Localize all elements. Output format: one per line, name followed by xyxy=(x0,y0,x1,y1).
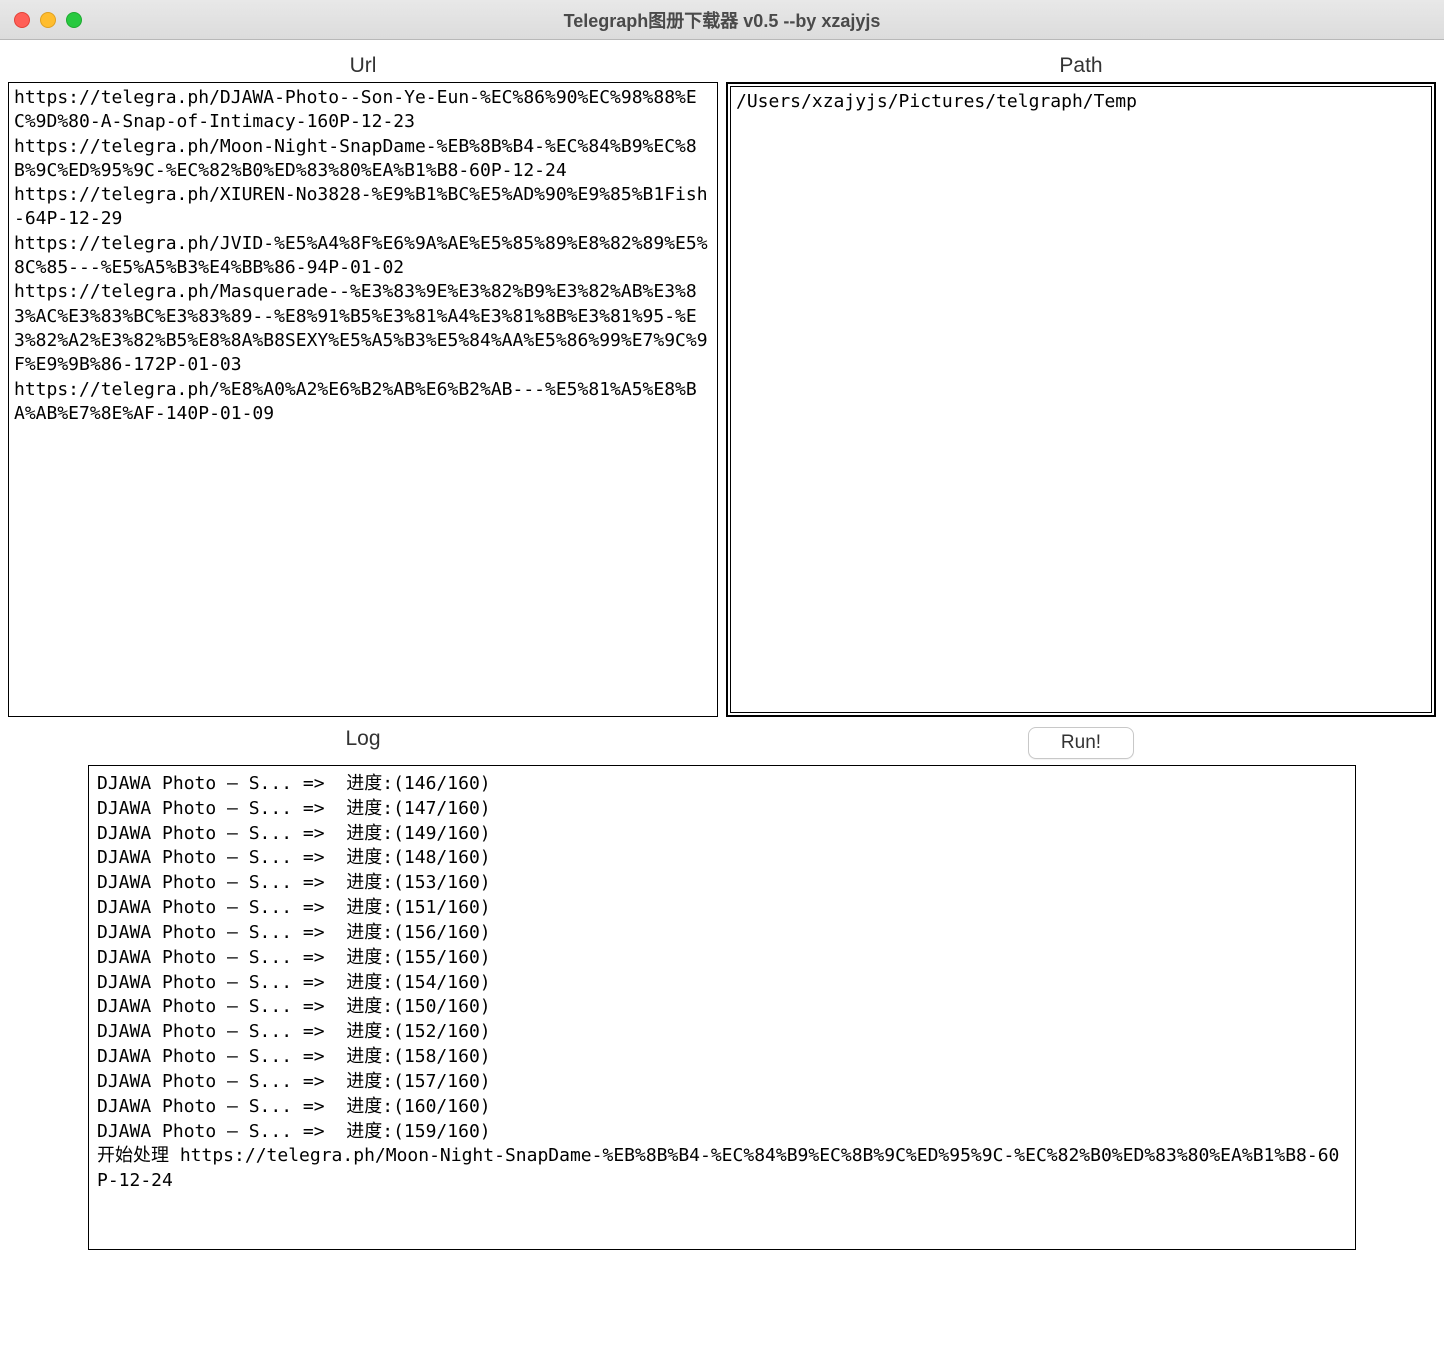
window-title: Telegraph图册下载器 v0.5 --by xzajyjs xyxy=(0,7,1444,33)
url-column: Url xyxy=(8,54,718,717)
top-row: Url Path xyxy=(8,54,1436,717)
log-label: Log xyxy=(345,727,380,751)
url-input[interactable] xyxy=(8,82,718,717)
content-area: Url Path Log Run! DJAWA Photo – S... => … xyxy=(0,40,1444,1258)
traffic-lights xyxy=(0,12,82,28)
url-label: Url xyxy=(8,54,718,78)
log-output[interactable]: DJAWA Photo – S... => 进度:(146/160) DJAWA… xyxy=(88,765,1356,1250)
run-column: Run! xyxy=(726,727,1436,759)
path-input[interactable] xyxy=(730,86,1432,713)
path-column: Path xyxy=(726,54,1436,717)
log-label-column: Log xyxy=(8,727,718,759)
run-button[interactable]: Run! xyxy=(1028,727,1134,759)
maximize-icon[interactable] xyxy=(66,12,82,28)
window-titlebar: Telegraph图册下载器 v0.5 --by xzajyjs xyxy=(0,0,1444,40)
mid-row: Log Run! xyxy=(8,727,1436,759)
path-label: Path xyxy=(726,54,1436,78)
minimize-icon[interactable] xyxy=(40,12,56,28)
path-focus-ring xyxy=(726,82,1436,717)
close-icon[interactable] xyxy=(14,12,30,28)
